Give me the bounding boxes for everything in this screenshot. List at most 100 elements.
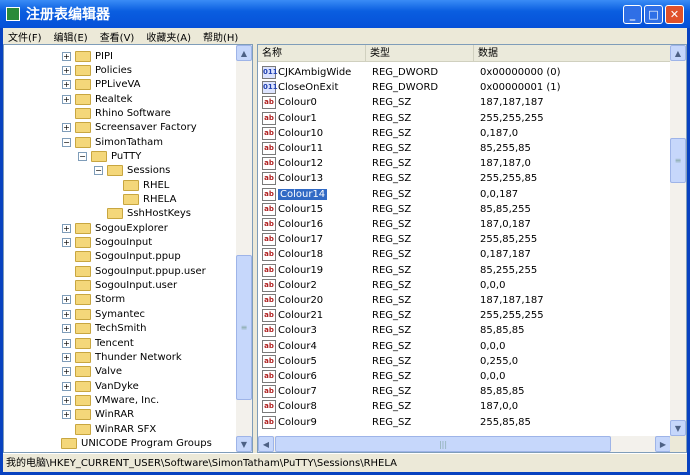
tree-item[interactable]: − SimonTatham	[62, 135, 163, 149]
value-row[interactable]: ab Colour13 REG_SZ 255,255,85	[262, 171, 662, 186]
value-type: REG_SZ	[372, 203, 412, 215]
tree-item[interactable]: + VanDyke	[62, 379, 139, 393]
value-row[interactable]: ab Colour18 REG_SZ 0,187,187	[262, 247, 662, 262]
expand-icon[interactable]: +	[62, 123, 71, 133]
value-row[interactable]: ab Colour21 REG_SZ 255,255,255	[262, 308, 662, 323]
tree-item[interactable]: + Storm	[62, 293, 125, 307]
tree-item[interactable]: RHELA	[110, 193, 176, 207]
value-row[interactable]: ab Colour14 REG_SZ 0,0,187	[262, 187, 662, 202]
tree-item[interactable]: − PuTTY	[78, 149, 141, 163]
tree-item[interactable]: − Sessions	[94, 164, 170, 178]
value-row[interactable]: ab Colour8 REG_SZ 187,0,0	[262, 399, 662, 414]
tree-item[interactable]: + SogouExplorer	[62, 221, 168, 235]
tree-item[interactable]: + SogouInput	[62, 236, 152, 250]
tree-item[interactable]: RHEL	[110, 178, 169, 192]
column-type[interactable]: 类型	[366, 45, 474, 61]
menu-view[interactable]: 查看(V)	[100, 29, 135, 44]
collapse-icon[interactable]: −	[62, 137, 71, 147]
column-data[interactable]: 数据	[474, 45, 671, 61]
value-row[interactable]: ab Colour16 REG_SZ 187,0,187	[262, 217, 662, 232]
scroll-thumb[interactable]: ≡	[670, 138, 686, 183]
scroll-down-button[interactable]: ▼	[670, 420, 686, 436]
minimize-button[interactable]: _	[623, 5, 642, 24]
tree-item-label: Storm	[95, 294, 126, 306]
scroll-right-button[interactable]: ▶	[655, 436, 671, 452]
tree-item[interactable]: + VMware, Inc.	[62, 393, 159, 407]
expand-icon[interactable]: +	[62, 309, 71, 319]
scroll-up-button[interactable]: ▲	[670, 45, 686, 61]
value-row[interactable]: ab Colour10 REG_SZ 0,187,0	[262, 126, 662, 141]
tree-item[interactable]: + PPLiveVA	[62, 78, 141, 92]
value-row[interactable]: ab Colour0 REG_SZ 187,187,187	[262, 95, 662, 110]
value-row[interactable]: ab Colour4 REG_SZ 0,0,0	[262, 339, 662, 354]
expand-icon[interactable]: +	[62, 94, 71, 104]
value-row[interactable]: ab Colour5 REG_SZ 0,255,0	[262, 354, 662, 369]
value-row[interactable]: ab Colour3 REG_SZ 85,85,85	[262, 323, 662, 338]
expand-icon[interactable]: +	[62, 395, 71, 405]
expand-icon[interactable]: +	[62, 381, 71, 391]
close-button[interactable]: ✕	[665, 5, 684, 24]
menu-help[interactable]: 帮助(H)	[203, 29, 238, 44]
value-row[interactable]: ab Colour1 REG_SZ 255,255,255	[262, 111, 662, 126]
tree-item[interactable]: + Valve	[62, 365, 122, 379]
menu-file[interactable]: 文件(F)	[8, 29, 42, 44]
expand-icon[interactable]: +	[62, 324, 71, 334]
expand-icon[interactable]: +	[62, 338, 71, 348]
tree-item[interactable]: + Thunder Network	[62, 350, 182, 364]
scroll-thumb[interactable]: ≡	[236, 255, 252, 400]
expand-icon[interactable]: +	[62, 367, 71, 377]
tree-item[interactable]: + Realtek	[62, 92, 132, 106]
column-name[interactable]: 名称	[258, 45, 366, 61]
value-row[interactable]: ab Colour9 REG_SZ 255,85,85	[262, 415, 662, 430]
tree-item[interactable]: SogouInput.user	[62, 279, 177, 293]
tree-item[interactable]: + Symantec	[62, 307, 145, 321]
tree-item[interactable]: WinRAR SFX	[62, 422, 156, 436]
tree-item[interactable]: + WinRAR	[62, 408, 134, 422]
maximize-button[interactable]: □	[644, 5, 663, 24]
menu-edit[interactable]: 编辑(E)	[54, 29, 88, 44]
tree-item[interactable]: Rhino Software	[62, 106, 171, 120]
expand-icon[interactable]: +	[62, 295, 71, 305]
expand-icon[interactable]: +	[62, 352, 71, 362]
value-row[interactable]: ab Colour17 REG_SZ 255,85,255	[262, 232, 662, 247]
value-row[interactable]: ab Colour20 REG_SZ 187,187,187	[262, 293, 662, 308]
tree-item[interactable]: SogouInput.ppup.user	[62, 264, 206, 278]
tree-item[interactable]: + Screensaver Factory	[62, 121, 197, 135]
tree-item[interactable]: + PIPI	[62, 49, 113, 63]
value-data: 0,0,0	[480, 340, 506, 352]
value-row[interactable]: ab Colour15 REG_SZ 85,85,255	[262, 202, 662, 217]
expand-icon[interactable]: +	[62, 65, 71, 75]
collapse-icon[interactable]: −	[94, 166, 103, 176]
tree-item[interactable]: + Tencent	[62, 336, 134, 350]
scroll-thumb[interactable]: |||	[275, 436, 611, 452]
tree-item[interactable]: + TechSmith	[62, 322, 147, 336]
value-row[interactable]: 011 CloseOnExit REG_DWORD 0x00000001 (1)	[262, 80, 662, 95]
value-name: Colour4	[278, 340, 317, 352]
expand-icon[interactable]: +	[62, 410, 71, 420]
tree-item[interactable]: SshHostKeys	[94, 207, 191, 221]
tree-item[interactable]: + Policies	[62, 63, 132, 77]
scroll-left-button[interactable]: ◀	[258, 436, 274, 452]
tree-item[interactable]: SogouInput.ppup	[62, 250, 181, 264]
expand-icon[interactable]: +	[62, 223, 71, 233]
scroll-up-button[interactable]: ▲	[236, 45, 252, 61]
scroll-down-button[interactable]: ▼	[236, 436, 252, 452]
list-vertical-scrollbar[interactable]: ▲ ≡ ▼	[670, 45, 686, 436]
menu-favorites[interactable]: 收藏夹(A)	[146, 29, 191, 44]
expand-icon[interactable]: +	[62, 238, 71, 248]
value-row[interactable]: ab Colour2 REG_SZ 0,0,0	[262, 278, 662, 293]
value-row[interactable]: ab Colour19 REG_SZ 85,255,255	[262, 263, 662, 278]
value-row[interactable]: ab Colour6 REG_SZ 0,0,0	[262, 369, 662, 384]
value-data: 0,255,0	[480, 355, 519, 367]
value-row[interactable]: ab Colour7 REG_SZ 85,85,85	[262, 384, 662, 399]
value-name: Colour15	[278, 203, 324, 215]
expand-icon[interactable]: +	[62, 80, 71, 90]
value-row[interactable]: ab Colour12 REG_SZ 187,187,0	[262, 156, 662, 171]
tree-item[interactable]: UNICODE Program Groups	[48, 436, 212, 450]
tree-vertical-scrollbar[interactable]: ▲ ≡ ▼	[236, 45, 252, 452]
value-row[interactable]: ab Colour11 REG_SZ 85,255,85	[262, 141, 662, 156]
list-horizontal-scrollbar[interactable]: ◀ ||| ▶	[258, 436, 671, 452]
value-row[interactable]: 011 CJKAmbigWide REG_DWORD 0x00000000 (0)	[262, 65, 662, 80]
collapse-icon[interactable]: −	[78, 151, 87, 161]
expand-icon[interactable]: +	[62, 51, 71, 61]
